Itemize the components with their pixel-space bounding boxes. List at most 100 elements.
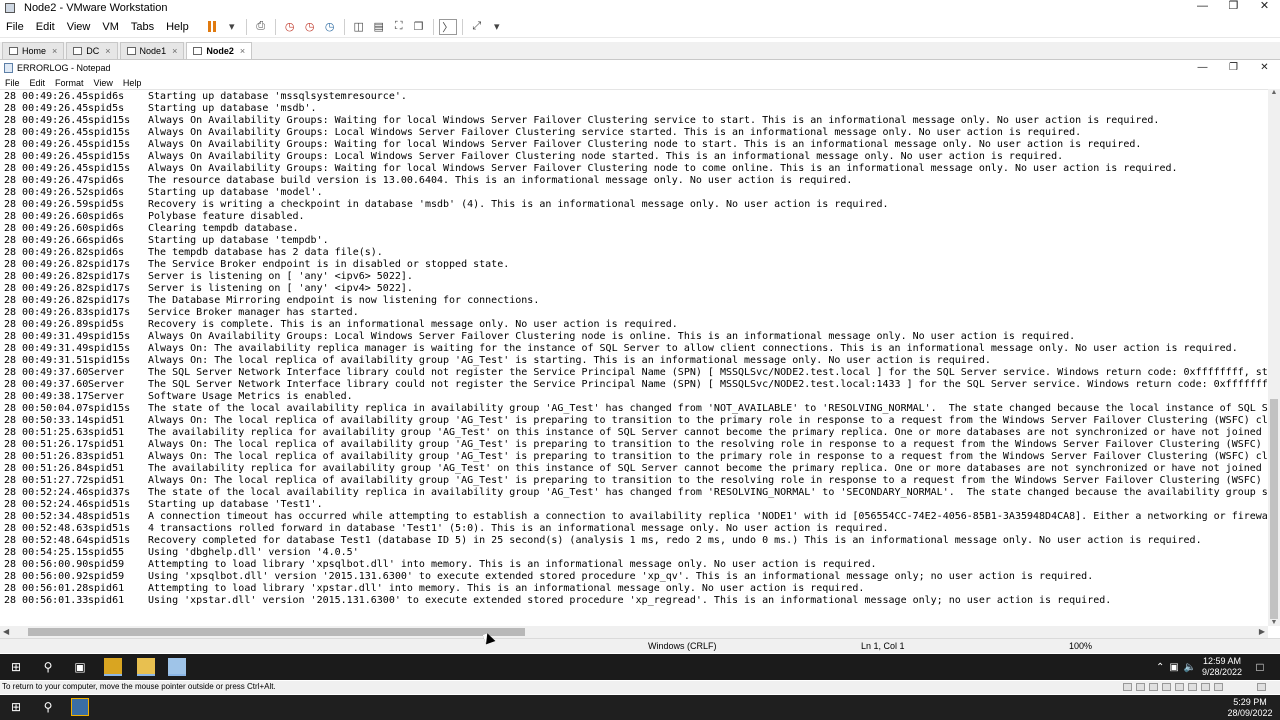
tab-dc[interactable]: DC × [66, 42, 118, 59]
notifications-icon[interactable]: □ [1251, 658, 1269, 676]
zoom-level: 100% [1069, 641, 1093, 651]
windows-start-icon[interactable]: ⊞ [7, 658, 25, 676]
tab-node2[interactable]: Node2 × [186, 42, 253, 59]
log-message: The state of the local availability repl… [148, 403, 1268, 414]
log-source: spid55 [88, 547, 125, 558]
close-icon[interactable]: × [52, 46, 57, 56]
printer-icon[interactable] [1188, 683, 1197, 691]
thumbnail-bar-icon[interactable]: ▤ [370, 19, 388, 35]
task-view-icon[interactable]: ▣ [71, 658, 89, 676]
minimize-icon[interactable]: — [1187, 61, 1218, 75]
vmware-menu-file[interactable]: File [0, 21, 30, 33]
usb-icon[interactable] [1162, 683, 1171, 691]
unity-icon[interactable]: ❐ [410, 19, 428, 35]
log-line: 28 00:49:26.66 spid6s Starting up database… [4, 235, 1268, 247]
close-icon[interactable]: ✕ [1249, 0, 1280, 15]
hard-disk-icon[interactable] [1123, 683, 1132, 691]
close-icon[interactable]: × [240, 46, 245, 56]
host-clock[interactable]: 5:29 PM 28/09/2022 [1222, 697, 1278, 719]
pause-icon[interactable] [203, 19, 221, 35]
tab-home[interactable]: Home × [2, 42, 65, 59]
vertical-scrollbar[interactable]: ▲ ▼ [1268, 89, 1280, 626]
log-message: The Service Broker endpoint is in disabl… [148, 259, 510, 270]
log-line: 28 00:49:37.60 Server The SQL Server Netwo… [4, 367, 1268, 379]
vmware-taskbar-icon[interactable] [71, 698, 89, 716]
close-icon[interactable]: × [172, 46, 177, 56]
log-timestamp: 28 00:49:26.47 [4, 175, 89, 186]
tab-node1[interactable]: Node1 × [119, 42, 185, 59]
vmware-menu-edit[interactable]: Edit [30, 21, 61, 33]
chevron-up-icon[interactable]: ⌃ [1156, 662, 1164, 673]
stretch-icon[interactable]: ⤢ [468, 19, 486, 35]
vmware-menu-tabs[interactable]: Tabs [125, 21, 160, 33]
guest-taskbar: ⊞ ⚲ ▣ ⌃ ▣ 🔈 12:59 AM 9/28/2022 □ [0, 654, 1280, 680]
sql-tool-icon[interactable] [104, 658, 122, 676]
network-adapter-icon[interactable] [1149, 683, 1158, 691]
vmware-menu-help[interactable]: Help [160, 21, 195, 33]
notepad-app-icon [4, 63, 13, 73]
log-timestamp: 28 00:54:25.15 [4, 547, 89, 558]
scroll-up-icon[interactable]: ▲ [1268, 89, 1280, 96]
log-message: Starting up database 'model'. [148, 187, 323, 198]
horizontal-scrollbar[interactable]: ◀ ▶ [0, 626, 1268, 638]
notepad-menu-file[interactable]: File [0, 78, 25, 88]
log-source: spid5s [88, 199, 125, 210]
log-message: Clearing tempdb database. [148, 223, 299, 234]
log-message: The Database Mirroring endpoint is now l… [148, 295, 540, 306]
console-view-icon[interactable]: 〉 [438, 18, 457, 35]
notepad-menu-edit[interactable]: Edit [25, 78, 51, 88]
vmware-menu-view[interactable]: View [61, 21, 97, 33]
file-explorer-icon[interactable] [137, 658, 155, 676]
cd-drive-icon[interactable] [1136, 683, 1145, 691]
notepad-taskbar-icon[interactable] [168, 658, 186, 676]
scroll-right-icon[interactable]: ▶ [1259, 626, 1265, 638]
close-icon[interactable]: ✕ [1249, 61, 1280, 75]
log-timestamp: 28 00:49:31.51 [4, 355, 89, 366]
chevron-down-icon[interactable]: ▾ [223, 19, 241, 35]
scroll-left-icon[interactable]: ◀ [3, 626, 9, 638]
minimize-icon[interactable]: — [1187, 0, 1218, 15]
revert-snapshot-icon[interactable]: ◷ [301, 19, 319, 35]
resize-grip-icon[interactable] [1257, 683, 1266, 691]
log-timestamp: 28 00:49:26.82 [4, 295, 89, 306]
log-source: spid17s [88, 271, 131, 282]
scroll-down-icon[interactable]: ▼ [1268, 619, 1280, 626]
notepad-menu-view[interactable]: View [89, 78, 118, 88]
notepad-text-area[interactable]: 28 00:49:26.45 spid6s Starting up database… [0, 89, 1268, 626]
log-timestamp: 28 00:56:00.90 [4, 559, 89, 570]
log-message: Service Broker manager has started. [148, 307, 359, 318]
log-source: spid51 [88, 415, 125, 426]
chevron-down-icon[interactable]: ▾ [488, 19, 506, 35]
network-icon[interactable]: ▣ [1169, 662, 1178, 673]
log-timestamp: 28 00:56:01.28 [4, 583, 89, 594]
log-line: 28 00:49:26.59 spid5s Recovery is writing … [4, 199, 1268, 211]
fullscreen-icon[interactable]: ⛶ [390, 19, 408, 35]
vmware-menu-vm[interactable]: VM [96, 21, 125, 33]
log-timestamp: 28 00:49:26.82 [4, 283, 89, 294]
log-source: spid61 [88, 583, 125, 594]
restore-icon[interactable]: ❐ [1218, 0, 1249, 15]
windows-start-icon[interactable]: ⊞ [7, 698, 25, 716]
notepad-menu-help[interactable]: Help [118, 78, 147, 88]
notepad-menubar: File Edit Format View Help [0, 76, 1280, 89]
sound-card-icon[interactable] [1175, 683, 1184, 691]
close-icon[interactable]: × [105, 46, 110, 56]
log-timestamp: 28 00:51:26.84 [4, 463, 89, 474]
search-icon[interactable]: ⚲ [39, 698, 57, 716]
vertical-scroll-thumb[interactable] [1270, 399, 1278, 619]
horizontal-scroll-thumb[interactable] [28, 628, 525, 636]
log-source: spid51 [88, 451, 125, 462]
message-icon[interactable] [1214, 683, 1223, 691]
notepad-menu-format[interactable]: Format [50, 78, 89, 88]
log-message: The availability replica for availabilit… [148, 463, 1268, 474]
guest-clock[interactable]: 12:59 AM 9/28/2022 [1194, 656, 1250, 678]
search-icon[interactable]: ⚲ [39, 658, 57, 676]
log-timestamp: 28 00:52:48.63 [4, 523, 89, 534]
display-icon[interactable] [1201, 683, 1210, 691]
snapshot-icon[interactable]: ◷ [281, 19, 299, 35]
snapshot-manager-icon[interactable]: ◷ [321, 19, 339, 35]
log-message: Server is listening on [ 'any' <ipv6> 50… [148, 271, 413, 282]
restore-icon[interactable]: ❐ [1218, 61, 1249, 75]
send-ctrl-alt-del-icon[interactable]: ⎙ [252, 19, 270, 35]
library-icon[interactable]: ◫ [350, 19, 368, 35]
